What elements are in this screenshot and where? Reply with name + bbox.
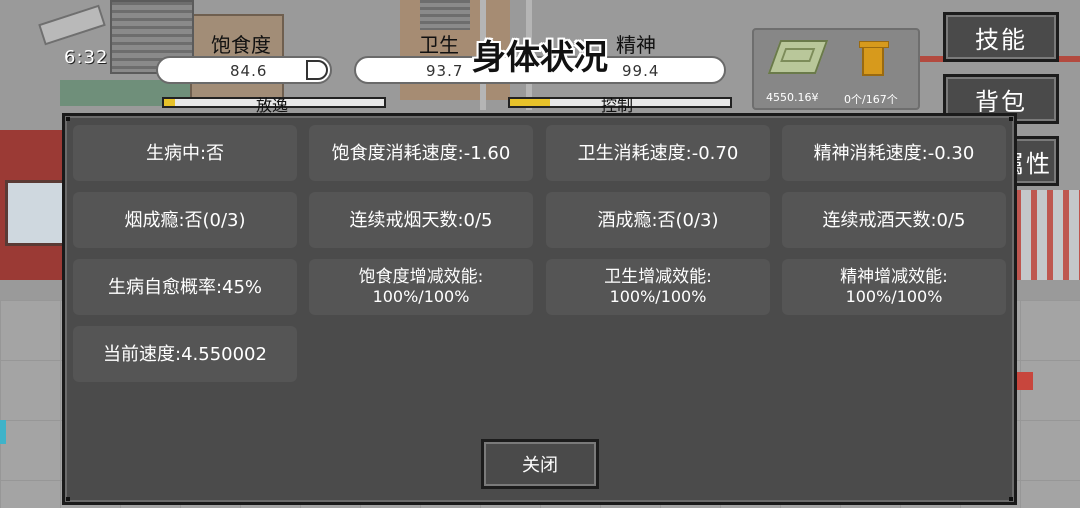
- stat-cell-alcohol-addiction: 酒成瘾:否(0/3): [546, 192, 770, 248]
- air-vent-2: [420, 0, 470, 30]
- money-amount: 4550.16¥: [766, 91, 819, 104]
- stat-cell-hygiene-drain: 卫生消耗速度:-0.70: [546, 125, 770, 181]
- cell-line-2: 100%/100%: [609, 287, 707, 306]
- bag-count: 0个/167个: [844, 93, 898, 106]
- stat-cell-current-speed: 当前速度:4.550002: [73, 326, 297, 382]
- cell-line-1: 卫生增减效能:: [604, 267, 712, 287]
- cell-line-2: 100%/100%: [845, 287, 943, 306]
- stat-cell-quit-smoking-days: 连续戒烟天数:0/5: [309, 192, 533, 248]
- stat-cell-spirit-drain: 精神消耗速度:-0.30: [782, 125, 1006, 181]
- stat-cell-satiety-efficiency: 饱食度增减效能: 100%/100%: [309, 259, 533, 315]
- stat-cell-quit-drinking-days: 连续戒酒天数:0/5: [782, 192, 1006, 248]
- corner-rivet: [1009, 117, 1013, 121]
- stat-cell-satiety-drain: 饱食度消耗速度:-1.60: [309, 125, 533, 181]
- cell-line-1: 精神增减效能:: [840, 267, 948, 287]
- stat-cell-smoking-addiction: 烟成瘾:否(0/3): [73, 192, 297, 248]
- cell-line-2: 100%/100%: [372, 287, 470, 306]
- indulgence-fill: [164, 99, 175, 106]
- dialog-title: 身体状况: [472, 38, 608, 78]
- stat-cell-sick: 生病中:否: [73, 125, 297, 181]
- bulletin-board: [1015, 190, 1080, 280]
- corner-rivet: [66, 117, 70, 121]
- shop-window: [5, 180, 66, 246]
- stat-cell-self-heal-chance: 生病自愈概率:45%: [73, 259, 297, 315]
- corner-rivet: [66, 497, 70, 501]
- control-fill: [510, 99, 550, 106]
- corner-rivet: [1009, 497, 1013, 501]
- red-object: [1015, 372, 1033, 390]
- close-button[interactable]: 关闭: [481, 439, 599, 489]
- cyan-object: [0, 420, 6, 444]
- cell-line-1: 饱食度增减效能:: [358, 267, 484, 287]
- stat-cell-hygiene-efficiency: 卫生增减效能: 100%/100%: [546, 259, 770, 315]
- stat-cell-spirit-efficiency: 精神增减效能: 100%/100%: [782, 259, 1006, 315]
